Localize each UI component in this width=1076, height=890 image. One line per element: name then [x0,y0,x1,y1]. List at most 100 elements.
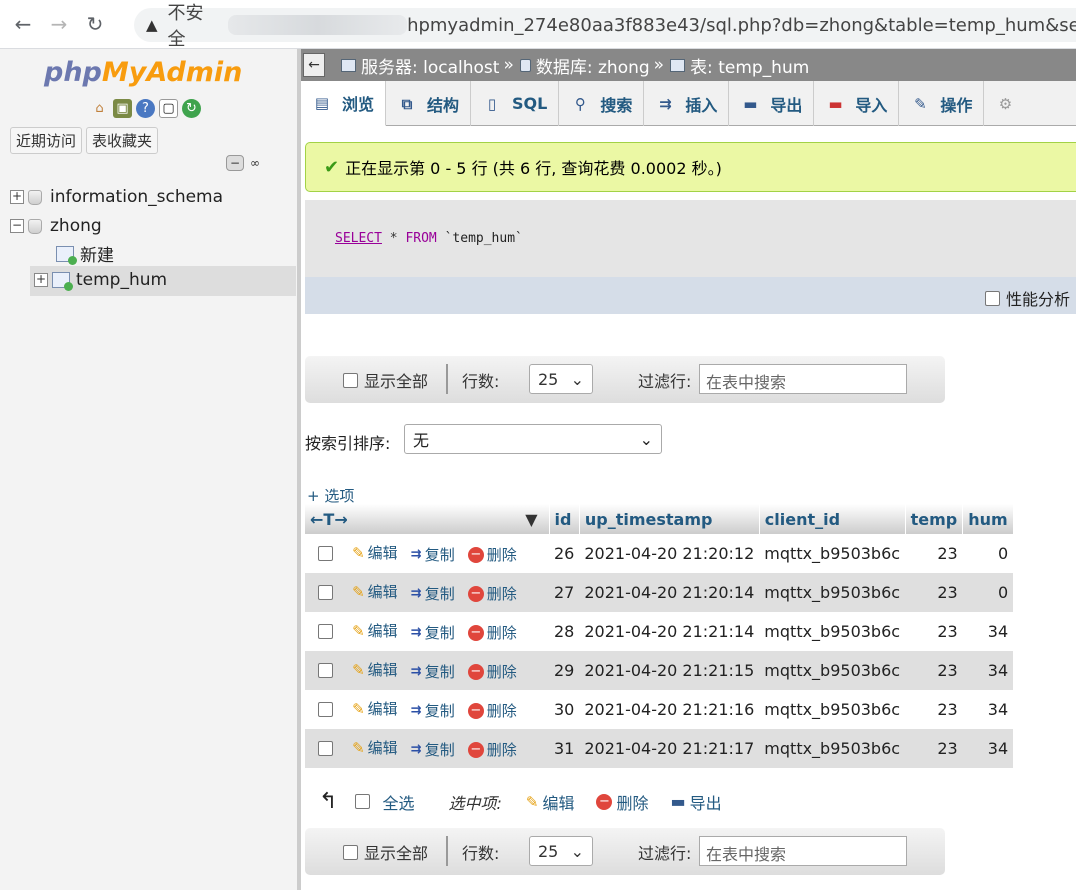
cell-client-id[interactable]: mqttx_b9503b6c [759,612,906,651]
copy-link[interactable]: ⇉ 复制 [411,661,455,682]
column-header-id[interactable]: id [549,504,580,534]
phpmyadmin-logo[interactable]: phpMyAdmin [44,57,242,88]
column-header-client-id[interactable]: client_id [759,504,906,534]
table-row[interactable]: ✎ 编辑 ⇉ 复制 − 删除 27 2021-04-20 21:20:14 mqttx… [305,573,1014,612]
cell-temp[interactable]: 23 [905,729,963,768]
edit-link[interactable]: ✎ 编辑 [352,542,398,563]
filter-input[interactable]: 在表中搜索 [699,836,907,866]
new-label[interactable]: 新建 [80,241,114,266]
bulk-export-button[interactable]: ▬ 导出 [670,790,721,814]
tab-insert[interactable]: ⇉ 插入 [644,81,730,126]
expand-icon[interactable]: + [10,190,24,204]
edit-link[interactable]: ✎ 编辑 [352,698,398,719]
help-icon[interactable]: ? [136,99,155,118]
cell-hum[interactable]: 0 [962,534,1014,573]
breadcrumb-server[interactable]: 服务器: localhost [341,53,499,78]
cell-hum[interactable]: 34 [962,729,1014,768]
tab-import[interactable]: ▬ 导入 [814,81,900,126]
cell-hum[interactable]: 34 [962,651,1014,690]
column-header-temp[interactable]: temp [905,504,964,534]
cell-up-timestamp[interactable]: 2021-04-20 21:21:15 [579,651,760,690]
edit-link[interactable]: ✎ 编辑 [352,620,398,641]
delete-link[interactable]: − 删除 [467,661,517,682]
docs-icon[interactable]: ▢ [159,99,178,118]
row-checkbox[interactable] [318,545,333,561]
column-header-up-timestamp[interactable]: up_timestamp [579,504,760,534]
breadcrumb-database[interactable]: 数据库: zhong [519,53,650,78]
tab-more[interactable]: ⚙ [984,81,1025,126]
forward-arrow-icon[interactable]: → [46,11,72,37]
cell-temp[interactable]: 23 [905,534,963,573]
collapse-all-icon[interactable]: − [226,155,244,171]
edit-link[interactable]: ✎ 编辑 [352,581,398,602]
select-all-label[interactable]: 全选 [382,790,414,814]
db-name[interactable]: information_schema [50,187,223,207]
cell-id[interactable]: 29 [549,651,580,690]
delete-link[interactable]: − 删除 [467,544,517,565]
bulk-edit-button[interactable]: ✎ 编辑 [526,790,575,814]
tab-structure[interactable]: ⧉ 结构 [386,81,472,126]
sql-select-keyword[interactable]: SELECT [335,231,382,246]
cell-id[interactable]: 27 [549,573,580,612]
delete-link[interactable]: − 删除 [467,583,517,604]
profiling-checkbox-label[interactable]: 性能分析 [984,286,1070,310]
row-checkbox[interactable] [318,701,333,717]
copy-link[interactable]: ⇉ 复制 [411,583,455,604]
cell-temp[interactable]: 23 [905,573,963,612]
table-name[interactable]: temp_hum [76,270,167,290]
table-row[interactable]: ✎ 编辑 ⇉ 复制 − 删除 29 2021-04-20 21:21:15 mqttx… [305,651,1014,690]
home-icon[interactable]: ⌂ [90,99,109,118]
delete-link[interactable]: − 删除 [467,739,517,760]
cell-id[interactable]: 30 [549,690,580,729]
cell-temp[interactable]: 23 [905,651,963,690]
expand-icon[interactable]: + [34,273,48,287]
column-arrows[interactable]: ←T→ [310,510,348,529]
row-checkbox[interactable] [318,623,333,639]
cell-client-id[interactable]: mqttx_b9503b6c [759,729,906,768]
tree-item-temp-hum[interactable]: + temp_hum [34,270,167,291]
table-row[interactable]: ✎ 编辑 ⇉ 复制 − 删除 30 2021-04-20 21:21:16 mqttx… [305,690,1014,729]
cell-client-id[interactable]: mqttx_b9503b6c [759,651,906,690]
edit-link[interactable]: ✎ 编辑 [352,737,398,758]
tab-operations[interactable]: ✎ 操作 [899,81,985,126]
show-all-toggle[interactable]: 显示全部 [343,840,428,864]
cell-up-timestamp[interactable]: 2021-04-20 21:21:14 [579,612,760,651]
delete-link[interactable]: − 删除 [467,622,517,643]
select-all-checkbox[interactable] [355,794,371,809]
show-all-checkbox[interactable] [343,372,358,388]
db-name[interactable]: zhong [50,216,102,236]
tab-sql[interactable]: ▯ SQL [471,81,560,126]
cell-id[interactable]: 31 [549,729,580,768]
row-checkbox[interactable] [318,740,333,756]
rows-select[interactable]: 25 ⌄ [529,364,593,394]
cell-up-timestamp[interactable]: 2021-04-20 21:20:12 [579,534,760,573]
cell-temp[interactable]: 23 [905,612,963,651]
options-link[interactable]: + 选项 [307,485,354,506]
table-row[interactable]: ✎ 编辑 ⇉ 复制 − 删除 28 2021-04-20 21:21:14 mqttx… [305,612,1014,651]
reload-icon[interactable]: ↻ [82,11,108,37]
cell-client-id[interactable]: mqttx_b9503b6c [759,690,906,729]
collapse-icon[interactable]: − [10,219,24,233]
row-checkbox[interactable] [318,662,333,678]
cell-temp[interactable]: 23 [905,690,963,729]
cell-up-timestamp[interactable]: 2021-04-20 21:20:14 [579,573,760,612]
delete-link[interactable]: − 删除 [467,700,517,721]
tab-search[interactable]: ⚲ 搜索 [559,81,645,126]
cell-id[interactable]: 26 [549,534,580,573]
logout-icon[interactable]: ▣ [113,99,132,118]
tree-item-zhong[interactable]: − zhong [10,216,102,236]
tree-item-information-schema[interactable]: + information_schema [10,187,223,207]
filter-input[interactable]: 在表中搜索 [699,364,907,394]
address-bar[interactable]: ▲ 不安全 hpmyadmin_274e80aa3f883e43/sql.php… [134,3,1076,50]
cell-client-id[interactable]: mqttx_b9503b6c [759,573,906,612]
sort-dropdown-icon[interactable]: ▼ [525,510,537,529]
cell-up-timestamp[interactable]: 2021-04-20 21:21:17 [579,729,760,768]
table-row[interactable]: ✎ 编辑 ⇉ 复制 − 删除 31 2021-04-20 21:21:17 mqttx… [305,729,1014,768]
row-checkbox[interactable] [318,584,333,600]
tab-export[interactable]: ▬ 导出 [729,81,815,126]
column-header-hum[interactable]: hum [962,504,1014,534]
copy-link[interactable]: ⇉ 复制 [411,544,455,565]
recent-button[interactable]: 近期访问 [10,127,83,154]
show-all-checkbox[interactable] [343,844,358,860]
cell-client-id[interactable]: mqttx_b9503b6c [759,534,906,573]
